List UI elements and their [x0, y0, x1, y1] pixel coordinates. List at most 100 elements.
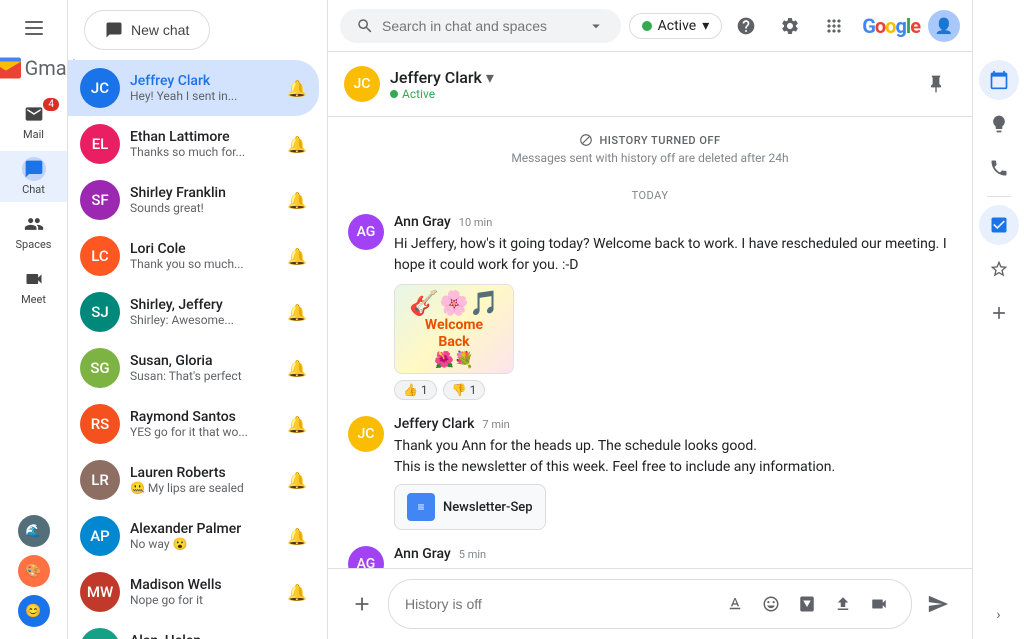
- hamburger-button[interactable]: [14, 8, 54, 48]
- active-dot: [642, 21, 652, 31]
- chat-name: Susan, Gloria: [130, 353, 277, 369]
- chat-list-item[interactable]: SJ Shirley, Jeffery Shirley: Awesome... …: [68, 284, 319, 340]
- message-sender: Ann Gray: [394, 214, 451, 230]
- sidebar-item-chat[interactable]: Chat: [0, 151, 67, 202]
- chat-name: Lori Cole: [130, 241, 277, 257]
- reaction-chip[interactable]: 👎 1: [443, 380, 486, 400]
- reaction-chip[interactable]: 👍 1: [394, 380, 437, 400]
- help-button[interactable]: [726, 6, 766, 46]
- chat-name: Shirley, Jeffery: [130, 297, 277, 313]
- bell-icon: 🔔: [287, 191, 307, 210]
- tasks-panel-button[interactable]: [979, 205, 1019, 245]
- message-content: Jeffery Clark 7 min Thank you Ann for th…: [394, 416, 952, 530]
- chat-avatar: LC: [80, 236, 120, 276]
- active-status-button[interactable]: Active ▾: [629, 13, 723, 39]
- chat-name: Shirley Franklin: [130, 185, 277, 201]
- message-group: AG Ann Gray 10 min Hi Jeffery, how's it …: [348, 214, 952, 400]
- bell-icon: 🔔: [287, 303, 307, 322]
- chat-name: Raymond Santos: [130, 409, 277, 425]
- active-chevron: ▾: [702, 18, 709, 34]
- chat-header-status: Active: [390, 87, 916, 101]
- document-attachment[interactable]: ≡ Newsletter-Sep: [394, 484, 546, 530]
- chat-list-item[interactable]: SG Susan, Gloria Susan: That's perfect 🔔: [68, 340, 319, 396]
- text-format-button[interactable]: [719, 588, 751, 620]
- search-input[interactable]: [382, 18, 579, 34]
- add-attachment-button[interactable]: [344, 586, 380, 622]
- user-avatar-button[interactable]: 👤: [928, 10, 960, 42]
- chat-preview: Hey! Yeah I sent in...: [130, 89, 277, 103]
- notes-panel-button[interactable]: [979, 104, 1019, 144]
- meet-icon: [22, 267, 46, 291]
- star-panel-button[interactable]: [979, 249, 1019, 289]
- expand-panel-button[interactable]: ›: [987, 603, 1011, 627]
- chat-list-item[interactable]: MW Madison Wells Nope go for it 🔔: [68, 564, 319, 620]
- message-content: Ann Gray 10 min Hi Jeffery, how's it goi…: [394, 214, 952, 400]
- calendar-panel-button[interactable]: [979, 60, 1019, 100]
- chat-list-item[interactable]: SF Shirley Franklin Sounds great! 🔔: [68, 172, 319, 228]
- google-logo: Google: [862, 14, 920, 38]
- phone-panel-button[interactable]: [979, 148, 1019, 188]
- input-area: [328, 568, 972, 639]
- search-dropdown-icon: [587, 17, 605, 35]
- sidebar-item-spaces[interactable]: Spaces: [0, 206, 67, 257]
- chat-label: Chat: [22, 183, 45, 196]
- bell-icon: 🔔: [287, 583, 307, 602]
- spaces-label: Spaces: [16, 238, 52, 251]
- message-header: Ann Gray 10 min: [394, 214, 952, 230]
- chat-header-avatar: JC: [344, 66, 380, 102]
- bottom-avatar-3[interactable]: 😊: [18, 595, 50, 627]
- video-button[interactable]: [863, 588, 895, 620]
- send-button[interactable]: [920, 586, 956, 622]
- chat-preview: Susan: That's perfect: [130, 369, 277, 383]
- chat-info: Susan, Gloria Susan: That's perfect: [130, 353, 277, 383]
- message-input[interactable]: [405, 596, 711, 612]
- chat-avatar: AP: [80, 516, 120, 556]
- top-bar-actions: Active ▾ Google 👤: [629, 6, 960, 46]
- bell-icon: 🔔: [287, 247, 307, 266]
- chat-name: Alan, Helen: [130, 633, 277, 639]
- chat-header-info: Jeffery Clark ▾ Active: [390, 68, 916, 101]
- search-box[interactable]: [340, 9, 621, 43]
- pin-button[interactable]: [916, 64, 956, 104]
- top-bar: Active ▾ Google 👤: [328, 0, 972, 52]
- new-chat-button[interactable]: New chat: [84, 10, 210, 50]
- chat-list-item[interactable]: AH Alan, Helen Helen: Sure! 🔔: [68, 620, 319, 639]
- message-time: 7 min: [482, 418, 509, 431]
- panel-bottom: ›: [987, 603, 1011, 639]
- chat-list-item[interactable]: EL Ethan Lattimore Thanks so much for...…: [68, 116, 319, 172]
- message-time: 5 min: [459, 548, 486, 561]
- bottom-avatar-2[interactable]: 🎨: [18, 555, 50, 587]
- message-time: 10 min: [459, 216, 493, 229]
- input-icons: [719, 588, 895, 620]
- drive-button[interactable]: [791, 588, 823, 620]
- chat-avatar: SF: [80, 180, 120, 220]
- chat-info: Shirley, Jeffery Shirley: Awesome...: [130, 297, 277, 327]
- chat-info: Lori Cole Thank you so much...: [130, 241, 277, 271]
- sidebar-item-meet[interactable]: Meet: [0, 261, 67, 312]
- chat-info: Shirley Franklin Sounds great!: [130, 185, 277, 215]
- chat-list-item[interactable]: LR Lauren Roberts 🤐 My lips are sealed 🔔: [68, 452, 319, 508]
- add-panel-button[interactable]: [979, 293, 1019, 333]
- chat-avatar: SJ: [80, 292, 120, 332]
- apps-button[interactable]: [814, 6, 854, 46]
- message-group: JC Jeffery Clark 7 min Thank you Ann for…: [348, 416, 952, 530]
- chat-header-actions: [916, 64, 956, 104]
- upload-button[interactable]: [827, 588, 859, 620]
- settings-button[interactable]: [770, 6, 810, 46]
- message-group: AG Ann Gray 5 min Thank you Jeffery. The…: [348, 546, 952, 568]
- chat-list-item[interactable]: JC Jeffrey Clark Hey! Yeah I sent in... …: [68, 60, 319, 116]
- message-text: Hi Jeffery, how's it going today? Welcom…: [394, 234, 952, 276]
- chat-preview: No way 😮: [130, 537, 277, 551]
- mail-nav-wrapper: Mail 4: [0, 96, 67, 147]
- chat-info: Ethan Lattimore Thanks so much for...: [130, 129, 277, 159]
- chat-list-item[interactable]: RS Raymond Santos YES go for it that wo.…: [68, 396, 319, 452]
- history-banner: HISTORY TURNED OFF Messages sent with hi…: [348, 133, 952, 165]
- date-divider: TODAY: [348, 189, 952, 202]
- emoji-button[interactable]: [755, 588, 787, 620]
- chat-list-item[interactable]: AP Alexander Palmer No way 😮 🔔: [68, 508, 319, 564]
- message-sender: Ann Gray: [394, 546, 451, 562]
- bottom-avatar-1[interactable]: 🌊: [18, 515, 50, 547]
- chat-list-item[interactable]: LC Lori Cole Thank you so much... 🔔: [68, 228, 319, 284]
- chat-icon: [22, 157, 46, 181]
- chat-header-chevron[interactable]: ▾: [486, 68, 494, 87]
